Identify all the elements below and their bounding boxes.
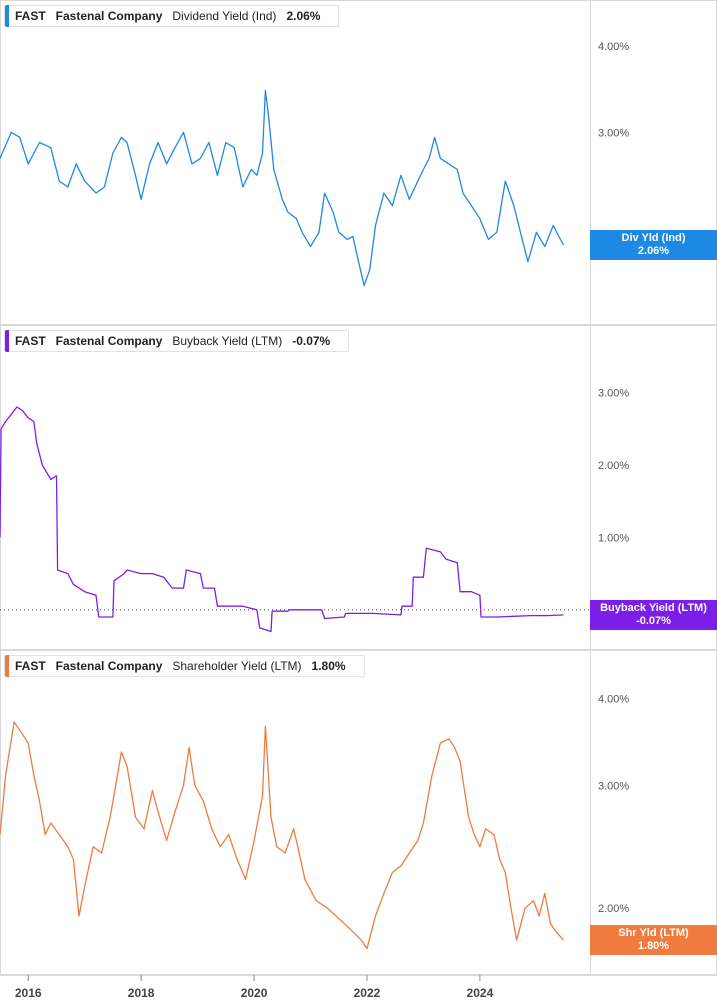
x-tick-label: 2018 — [128, 986, 155, 1000]
legend-ticker: FAST — [15, 9, 46, 23]
y-tick-label: 4.00% — [598, 41, 629, 53]
legend-metric: Shareholder Yield (LTM) — [172, 659, 302, 673]
legend-swatch — [5, 330, 9, 352]
legend-ticker: FAST — [15, 334, 46, 348]
x-tick-label: 2016 — [15, 986, 42, 1000]
flag-series-name: Div Yld (Ind) — [621, 232, 686, 245]
x-tick-label: 2022 — [354, 986, 381, 1000]
y-tick-label: 3.00% — [598, 780, 629, 792]
last-value-flag: Buyback Yield (LTM) -0.07% — [590, 599, 717, 630]
legend-company: Fastenal Company — [55, 334, 163, 348]
legend-metric: Dividend Yield (Ind) — [172, 9, 277, 23]
series-line — [0, 89, 565, 287]
y-tick-label: 1.00% — [598, 532, 629, 544]
legend-value: 2.06% — [286, 9, 321, 23]
series-legend: FAST Fastenal Company Shareholder Yield (L… — [4, 655, 365, 677]
flag-series-name: Shr Yld (LTM) — [618, 927, 689, 940]
flag-value: -0.07% — [636, 614, 671, 627]
series-line — [0, 721, 564, 950]
stacked-yield-chart: 4.00% 3.00% 2.00% 3.00% 2.00% 1.00% 4.00% 3.00%… — [0, 0, 717, 1005]
x-tick-label: 2020 — [241, 986, 268, 1000]
y-tick-label: 2.00% — [598, 903, 629, 915]
y-tick-label: 4.00% — [598, 693, 629, 705]
flag-value: 2.06% — [637, 245, 670, 258]
last-value-flag: Div Yld (Ind) 2.06% — [590, 230, 717, 261]
y-tick-label: 2.00% — [598, 460, 629, 472]
panel-1: 4.00%3.00%2.00% — [0, 0, 717, 325]
series-legend: FAST Fastenal Company Buyback Yield (LTM) -… — [4, 330, 350, 352]
x-axis: 2016 2018 2020 2022 2024 — [0, 975, 717, 1005]
legend-swatch — [5, 5, 9, 27]
series-legend: FAST Fastenal Company Dividend Yield (Ind)… — [4, 5, 340, 27]
legend-company: Fastenal Company — [55, 659, 163, 673]
flag-value: 1.80% — [637, 940, 670, 953]
y-tick-label: 3.00% — [598, 127, 629, 139]
legend-swatch — [5, 655, 9, 677]
legend-metric: Buyback Yield (LTM) — [172, 334, 283, 348]
legend-value: 1.80% — [311, 659, 346, 673]
flag-series-name: Buyback Yield (LTM) — [600, 601, 707, 614]
x-tick-label: 2024 — [467, 986, 494, 1000]
legend-company: Fastenal Company — [55, 9, 163, 23]
legend-value: -0.07% — [292, 334, 331, 348]
last-value-flag: Shr Yld (LTM) 1.80% — [590, 925, 717, 956]
y-tick-label: 3.00% — [598, 388, 629, 400]
series-line — [0, 406, 564, 633]
legend-ticker: FAST — [15, 659, 46, 673]
